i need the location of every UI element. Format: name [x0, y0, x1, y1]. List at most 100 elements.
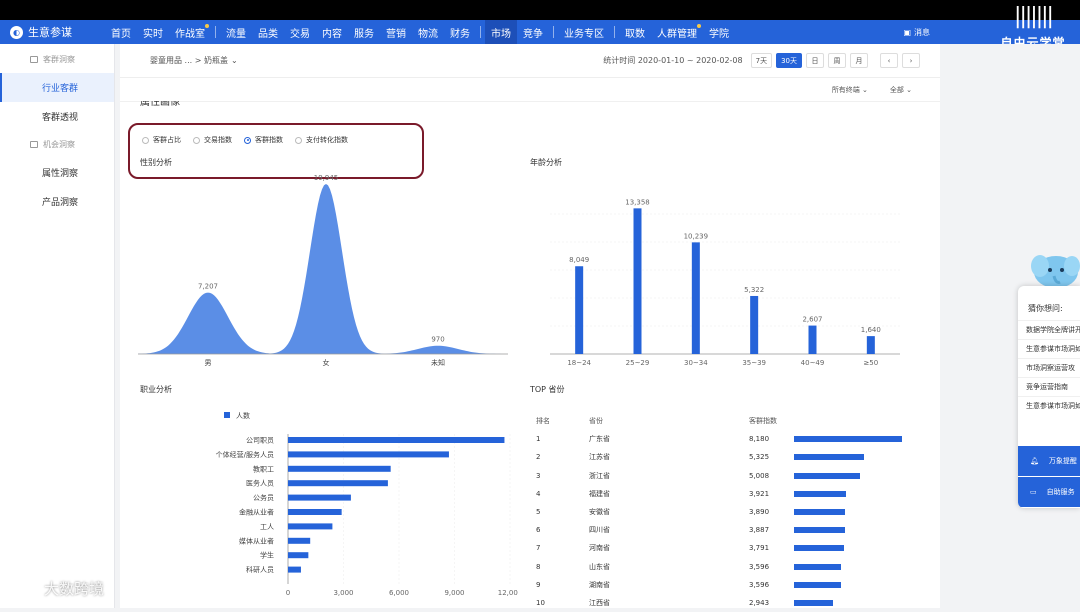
header-index: 客群指数 — [749, 417, 777, 426]
brand[interactable]: ◐ 生意参谋 — [0, 24, 105, 40]
age-bar[interactable] — [691, 242, 700, 354]
nav-item-label: 营销 — [386, 28, 406, 40]
nav-item[interactable]: 人群管理 — [651, 20, 703, 44]
occupation-bar[interactable] — [288, 509, 342, 515]
nav-item[interactable]: 财务 — [444, 20, 476, 44]
occupation-bar[interactable] — [288, 537, 311, 544]
nav-item[interactable]: 市场 — [485, 20, 517, 44]
nav-item-label: 作战室 — [175, 28, 205, 40]
occupation-bar[interactable] — [288, 437, 505, 443]
breadcrumb-text: 婴童用品 ... > 奶瓶盖 — [150, 56, 228, 65]
gender-area[interactable] — [138, 184, 508, 354]
self-service-label: 自助服务 — [1046, 488, 1075, 496]
assistant-question[interactable]: 市场洞察运营攻 — [1018, 358, 1080, 377]
index-cell: 3,791 — [749, 544, 770, 553]
period-button[interactable]: 月 — [850, 53, 868, 68]
table-row[interactable]: 4 福建省 3,921 — [536, 485, 916, 503]
age-bar[interactable] — [866, 336, 875, 354]
sidebar-item-attribute-insight[interactable]: 属性洞察 — [0, 158, 114, 187]
period-button[interactable]: 7天 — [750, 53, 773, 68]
table-row[interactable]: 1 广东省 8,180 — [536, 430, 916, 448]
nav-item[interactable]: 取数 — [619, 20, 651, 44]
nav-item[interactable]: 营销 — [380, 20, 412, 44]
assistant-question[interactable]: 生意参谋市场洞如何修改类目 — [1018, 339, 1080, 358]
nav-item[interactable]: 交易 — [284, 20, 316, 44]
nav-item[interactable]: 实时 — [137, 20, 169, 44]
terminal-select[interactable]: 所有终端 ⌄ — [832, 85, 868, 95]
occupation-category-label: 科研人员 — [246, 565, 274, 574]
assistant-question[interactable]: 数据学院全牌讲开课啦 — [1018, 320, 1080, 339]
table-row[interactable]: 7 河南省 3,791 — [536, 539, 916, 557]
sidebar-group-title: 客群洞察 — [43, 55, 75, 64]
index-bar — [794, 545, 845, 552]
gender-category-label: 男 — [205, 359, 212, 367]
next-date-button[interactable]: › — [902, 53, 920, 68]
age-bar[interactable] — [750, 295, 759, 354]
nav-item-label: 流量 — [226, 28, 246, 40]
index-bar — [794, 509, 846, 516]
self-service-button[interactable]: ▭ 自助服务 — [1018, 477, 1080, 507]
table-row[interactable]: 9 湖南省 3,596 — [536, 576, 916, 594]
occupation-bar[interactable] — [288, 552, 309, 559]
occupation-bar[interactable] — [288, 523, 333, 530]
age-value-label: 1,640 — [861, 326, 881, 334]
nav-item[interactable]: 学院 — [703, 20, 735, 44]
elephant-mascot-icon[interactable] — [1026, 248, 1080, 290]
table-row[interactable]: 3 浙江省 5,008 — [536, 467, 916, 485]
table-row[interactable]: 5 安徽省 3,890 — [536, 503, 916, 521]
metric-radio[interactable]: 客群占比 — [142, 135, 181, 145]
prev-date-button[interactable]: ‹ — [880, 53, 898, 68]
table-row[interactable]: 10 江西省 2,943 — [536, 594, 916, 612]
period-selector: 7天 30天日周月 — [750, 53, 868, 68]
metric-radio[interactable]: 交易指数 — [193, 135, 232, 145]
nav-item-label: 物流 — [418, 28, 438, 40]
age-bar[interactable] — [575, 266, 584, 354]
occupation-bar[interactable] — [288, 566, 301, 573]
occupation-category-label: 公务员 — [253, 493, 274, 502]
index-bar — [794, 527, 846, 534]
occupation-bar[interactable] — [288, 451, 449, 458]
gender-chart-title: 性别分析 — [140, 158, 172, 167]
sidebar-item-industry-customer[interactable]: 行业客群 — [0, 73, 114, 102]
nav-item[interactable]: 业务专区 — [558, 20, 610, 44]
metric-radio[interactable]: 客群指数 — [244, 135, 283, 145]
nav-item-label: 服务 — [354, 28, 374, 40]
age-bar[interactable] — [633, 208, 642, 354]
index-bar — [794, 454, 865, 461]
table-row[interactable]: 6 四川省 3,887 — [536, 521, 916, 539]
occupation-category-label: 学生 — [260, 551, 274, 560]
assistant-question[interactable]: 生意参谋市场洞如何竞争配置 — [1018, 396, 1080, 415]
occupation-bar[interactable] — [288, 494, 351, 501]
watermark: 大数跨境 — [12, 578, 104, 599]
table-row[interactable]: 2 江苏省 5,325 — [536, 448, 916, 466]
table-row[interactable]: 8 山东省 3,596 — [536, 558, 916, 576]
index-bar-track — [794, 563, 916, 570]
nav-item[interactable]: 作战室 — [169, 20, 211, 44]
age-bar[interactable] — [808, 325, 817, 354]
nav-item[interactable]: 服务 — [348, 20, 380, 44]
scope-select[interactable]: 全部 ⌄ — [890, 85, 912, 95]
nav-item[interactable]: 流量 — [220, 20, 252, 44]
nav-item[interactable]: 品类 — [252, 20, 284, 44]
metric-radio[interactable]: 支付转化指数 — [295, 135, 348, 145]
period-button[interactable]: 日 — [806, 53, 824, 68]
nav-item[interactable]: 物流 — [412, 20, 444, 44]
occupation-bar[interactable] — [288, 465, 391, 472]
period-button[interactable]: 周 — [828, 53, 846, 68]
sidebar-group-opportunity: 机会洞察 — [0, 131, 114, 158]
category-breadcrumb[interactable]: 婴童用品 ... > 奶瓶盖 ⌄ — [150, 55, 238, 66]
occupation-bar[interactable] — [288, 480, 388, 487]
occupation-category-label: 工人 — [260, 523, 274, 531]
sidebar-item-customer-perspective[interactable]: 客群透视 — [0, 102, 114, 131]
assistant-question[interactable]: 竞争运营指南 — [1018, 377, 1080, 396]
message-button[interactable]: ▣ 消息 — [903, 27, 930, 38]
nav-item-label: 市场 — [491, 28, 511, 40]
reminder-label: 万象提醒 — [1048, 457, 1077, 465]
nav-item[interactable]: 竞争 — [517, 20, 549, 44]
reminder-button[interactable]: 🔔︎ 万象提醒 — [1018, 446, 1080, 476]
period-button[interactable]: 30天 — [776, 53, 802, 68]
message-label: 消息 — [914, 27, 930, 37]
nav-item[interactable]: 内容 — [316, 20, 348, 44]
sidebar-item-product-insight[interactable]: 产品洞察 — [0, 187, 114, 216]
nav-item[interactable]: 首页 — [105, 20, 137, 44]
